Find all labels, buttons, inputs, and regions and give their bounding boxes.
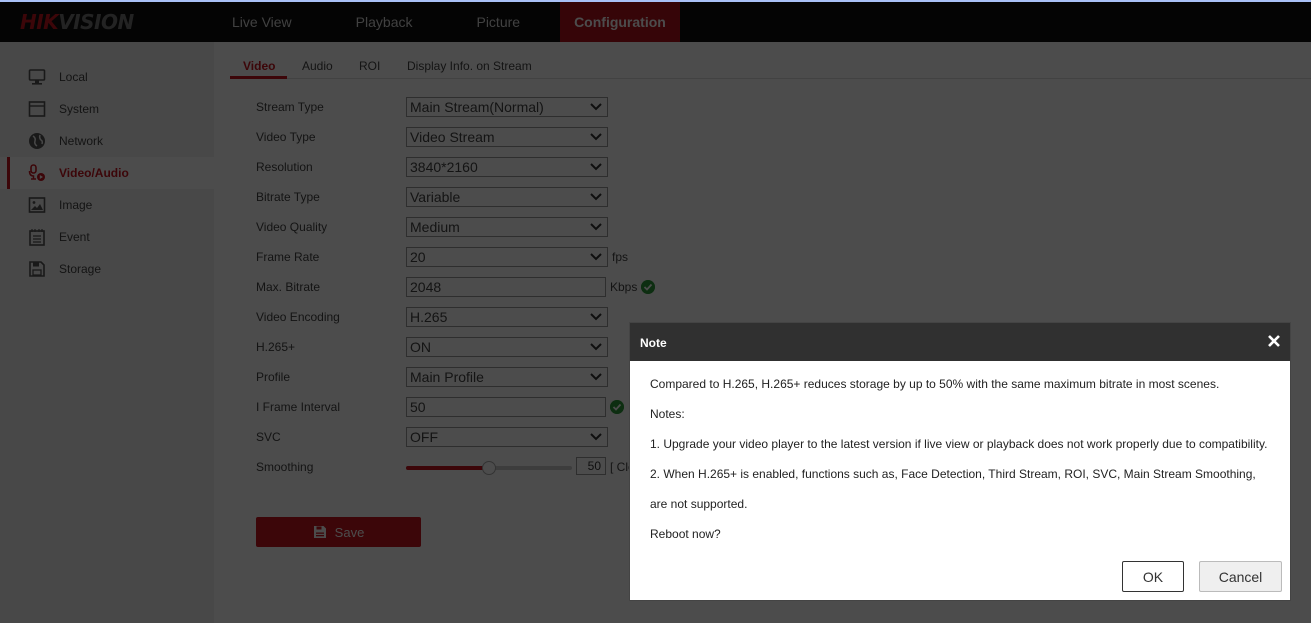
cancel-button[interactable]: Cancel [1199, 561, 1282, 592]
close-icon[interactable] [1266, 333, 1282, 349]
dialog-note-2-cont: are not supported. [650, 497, 748, 511]
dialog-message: Compared to H.265, H.265+ reduces storag… [650, 377, 1220, 391]
dialog-header: Note [630, 323, 1290, 361]
dialog-title: Note [640, 336, 667, 350]
window-top-border [0, 0, 1311, 2]
dialog-question: Reboot now? [650, 527, 721, 541]
note-dialog: Note Compared to H.265, H.265+ reduces s… [629, 322, 1291, 601]
dialog-notes-heading: Notes: [650, 407, 685, 421]
dialog-note-1: 1. Upgrade your video player to the late… [650, 437, 1268, 451]
ok-button[interactable]: OK [1122, 561, 1184, 592]
dialog-note-2: 2. When H.265+ is enabled, functions suc… [650, 467, 1256, 481]
